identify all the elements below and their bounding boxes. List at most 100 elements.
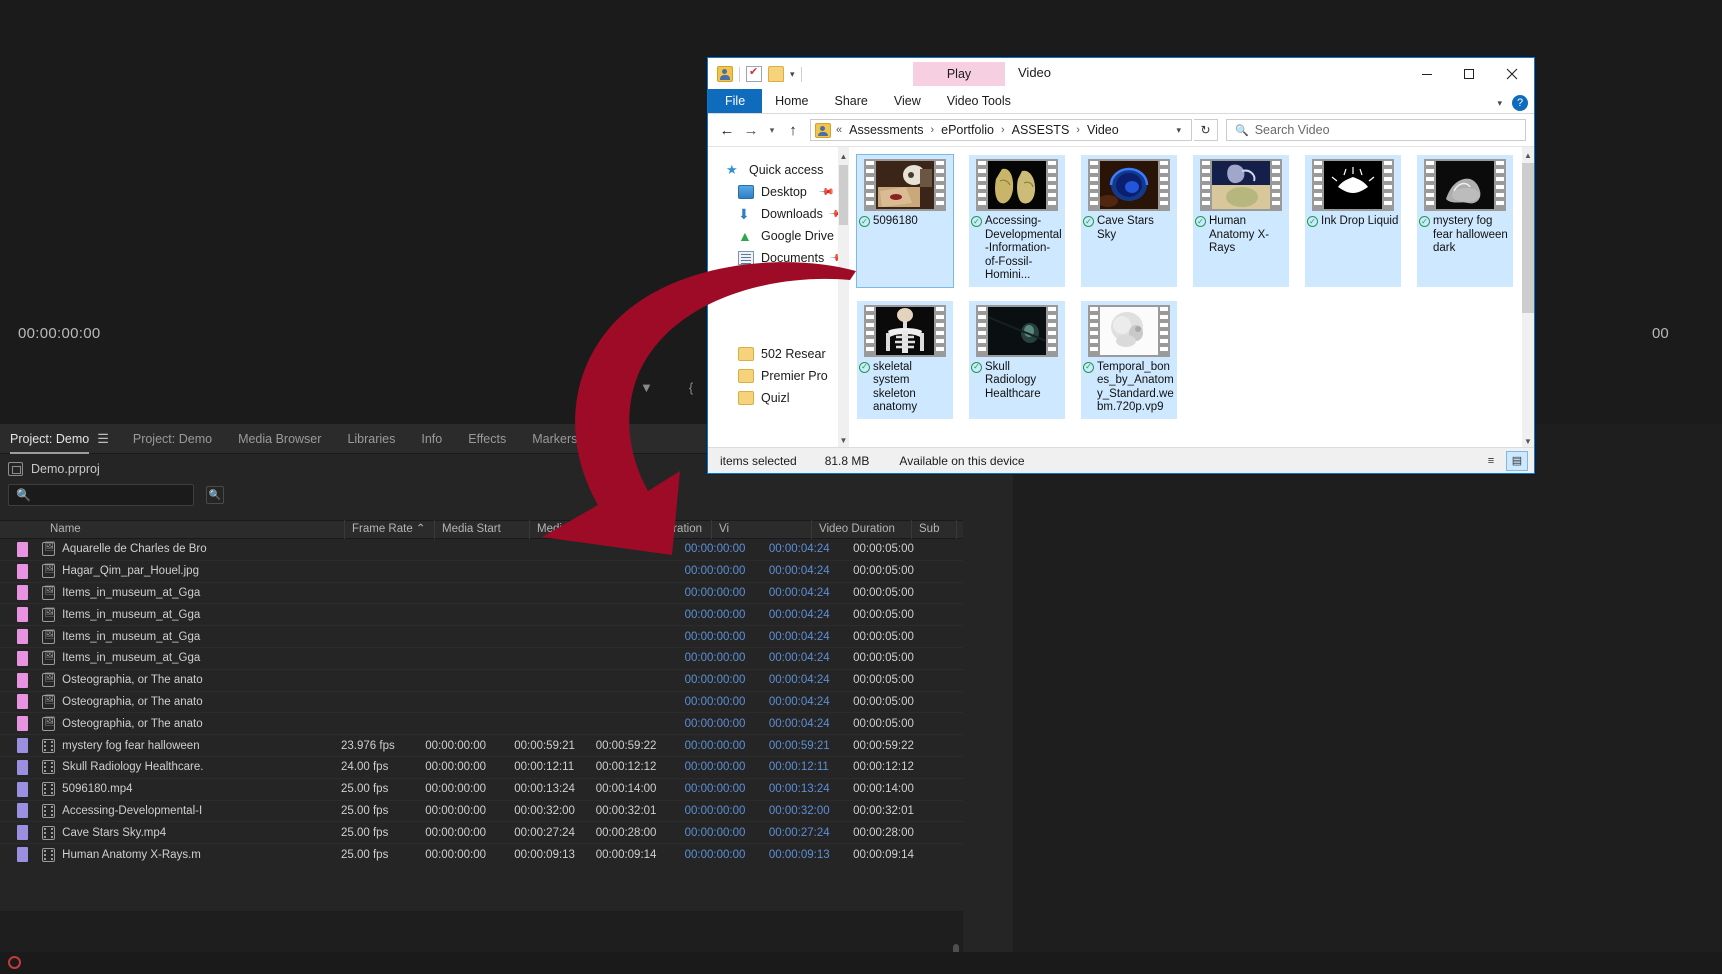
tab-info[interactable]: Info [421, 432, 442, 446]
table-header-row[interactable]: Name Frame Rate ⌃ Media Start Media End Medi… [0, 520, 963, 539]
table-row[interactable]: Aquarelle de Charles de Bro 00:00:00:00 00… [0, 539, 963, 561]
arrow-left-icon[interactable]: ← [716, 119, 738, 141]
table-row[interactable]: Human Anatomy X-Rays.m 25.00 fps 00:00:00:… [0, 844, 963, 865]
marker-icon[interactable]: ▼ [640, 380, 653, 395]
ribbon-tab-video-tools[interactable]: Video Tools [934, 89, 1024, 113]
tab-markers[interactable]: Markers [532, 432, 577, 446]
table-row[interactable]: mystery fog fear halloween 23.976 fps 00:0… [0, 735, 963, 757]
breadcrumb-video[interactable]: Video [1085, 123, 1121, 137]
project-search-field[interactable]: 🔍 [8, 484, 194, 506]
sidebar-item-premier-pro[interactable]: Premier Pro [708, 365, 838, 387]
monitor-transport-icons[interactable]: ▼ { [640, 380, 693, 395]
column-header-video-duration[interactable]: Video Duration [812, 520, 912, 539]
table-row[interactable]: Items_in_museum_at_Gga 00:00:00:00 00:00:0… [0, 626, 963, 648]
file-item[interactable]: ✓ Cave Stars Sky [1081, 155, 1177, 287]
details-view-icon[interactable]: ≡ [1480, 451, 1502, 471]
bracket-icon[interactable]: { [689, 380, 693, 395]
sidebar-item-downloads[interactable]: ⬇ Downloads 📌 [708, 203, 844, 225]
monitor-timecode-left[interactable]: 00:00:00:00 [18, 325, 101, 342]
view-mode-buttons[interactable]: ≡ ▤ [1480, 450, 1528, 471]
hamburger-icon[interactable]: ☰ [97, 431, 109, 447]
tab-media-browser[interactable]: Media Browser [238, 432, 321, 446]
file-item[interactable]: ✓ mystery fog fear halloween dark [1417, 155, 1513, 287]
chevron-right-icon[interactable]: › [1074, 124, 1082, 136]
properties-icon[interactable] [746, 65, 762, 82]
ribbon-tab-view[interactable]: View [881, 89, 934, 113]
new-folder-icon[interactable] [768, 66, 784, 82]
column-header-media-end[interactable]: Media End [530, 520, 617, 539]
maximize-icon[interactable] [1448, 58, 1490, 90]
chevron-up-icon[interactable]: ▾ [1497, 98, 1502, 109]
table-row[interactable]: Items_in_museum_at_Gga 00:00:00:00 00:00:0… [0, 648, 963, 670]
table-row[interactable]: 5096180.mp4 25.00 fps 00:00:00:00 00:00:13:… [0, 779, 963, 801]
breadcrumb-assests[interactable]: ASSESTS [1010, 123, 1072, 137]
close-icon[interactable] [1490, 58, 1534, 90]
ribbon-tab-share[interactable]: Share [822, 89, 881, 113]
breadcrumb-overflow[interactable]: « [834, 124, 844, 136]
tools-panel[interactable] [963, 424, 1013, 952]
table-row[interactable]: Items_in_museum_at_Gga 00:00:00:00 00:00:0… [0, 604, 963, 627]
help-icon[interactable]: ? [1512, 95, 1528, 111]
project-search-input[interactable] [30, 488, 181, 502]
breadcrumb-eportfolio[interactable]: ePortfolio [939, 123, 996, 137]
table-row[interactable]: Osteographia, or The anato 00:00:00:00 00:… [0, 713, 963, 736]
sidebar-item-quick-access[interactable]: ★ Quick access [708, 159, 838, 181]
column-header-sub[interactable]: Sub [912, 520, 957, 539]
timeline-panel[interactable] [1013, 424, 1722, 952]
window-controls[interactable] [1406, 58, 1534, 90]
navigation-pane[interactable]: ★ Quick access Desktop 📌 ⬇ Downloads 📌 ▲ Google … [708, 147, 855, 449]
sidebar-item-google-drive[interactable]: ▲Google Drive📌 [708, 225, 855, 247]
arrow-up-icon[interactable]: ↑ [782, 119, 804, 141]
ribbon-tab-bar[interactable]: File Home Share View Video Tools ▾ ? [708, 89, 1534, 114]
tab-project-demo[interactable]: Project: Demo [10, 432, 90, 454]
sidebar-item-desktop[interactable]: Desktop 📌 [708, 181, 838, 203]
pin-icon[interactable]: 📌 [817, 184, 834, 201]
column-header-vi[interactable]: Vi [712, 520, 812, 539]
chevron-down-icon[interactable]: ▾ [764, 119, 780, 141]
sidebar-item-quizl[interactable]: Quizl [708, 387, 838, 409]
tab-libraries[interactable]: Libraries [347, 432, 395, 446]
scroll-up-icon[interactable]: ▲ [1522, 147, 1534, 163]
file-item[interactable]: ✓ 5096180 [856, 154, 954, 288]
navigation-pane-lower[interactable]: 502 Resear Premier Pro Quizl [708, 343, 838, 409]
column-header-media-start[interactable]: Media Start [435, 520, 530, 539]
quick-access-toolbar[interactable]: ▾ [708, 65, 802, 82]
table-body[interactable]: Aquarelle de Charles de Bro 00:00:00:00 00… [0, 539, 963, 865]
arrow-right-icon[interactable]: → [740, 119, 762, 141]
large-icons-view-icon[interactable]: ▤ [1506, 450, 1528, 471]
table-row[interactable]: Accessing-Developmental-I 25.00 fps 00:00:… [0, 801, 963, 823]
minimize-icon[interactable] [1406, 58, 1448, 90]
tab-project-demo-2[interactable]: Project: Demo [133, 432, 212, 446]
column-header-name[interactable]: Name [0, 520, 345, 539]
explorer-navigation-bar[interactable]: ← → ▾ ↑ « Assessments › ePortfolio › ASS… [708, 114, 1534, 146]
folder-person-icon[interactable] [717, 66, 733, 82]
filter-bin-content-icon[interactable]: 🔍 [206, 486, 224, 504]
file-item[interactable]: ✓ Temporal_bones_by_Anatomy_Standard.webm… [1081, 300, 1177, 419]
column-header-media-duration[interactable]: Media Duration [617, 520, 712, 539]
tab-history[interactable]: His [603, 432, 621, 446]
table-row[interactable]: Osteographia, or The anato 00:00:00:00 00:… [0, 692, 963, 714]
monitor-timecode-right[interactable]: 00 [1652, 325, 1669, 342]
file-explorer-window[interactable]: ▾ Play Video File Home Share View [707, 57, 1535, 474]
tab-effects[interactable]: Effects [468, 432, 506, 446]
sidebar-item-documents[interactable]: Documents📌 [708, 247, 846, 269]
navigation-pane-scrollbar[interactable]: ▲ ▼ [838, 147, 849, 449]
file-item[interactable]: ✓ skeletal system skeleton anatomy [857, 300, 953, 419]
file-item[interactable]: ✓ Human Anatomy X-Rays [1193, 155, 1289, 287]
address-dropdown-icon[interactable]: ▾ [1170, 125, 1187, 136]
table-row[interactable]: Osteographia, or The anato 00:00:00:00 00:… [0, 670, 963, 692]
refresh-icon[interactable]: ↻ [1194, 119, 1218, 141]
table-row[interactable]: Items_in_museum_at_Gga 00:00:00:00 00:00:0… [0, 583, 963, 605]
contextual-tab-group-play[interactable]: Play [913, 62, 1005, 86]
ribbon-tab-home[interactable]: Home [762, 89, 821, 113]
search-box[interactable]: 🔍 Search Video [1226, 119, 1526, 141]
file-list-view[interactable]: ✓ 5096180 ✓ Accessing-Developmental-Informa… [849, 147, 1534, 449]
table-row[interactable]: Skull Radiology Healthcare. 24.00 fps 00:0… [0, 757, 963, 779]
sidebar-item-502-resear[interactable]: 502 Resear [708, 343, 838, 365]
file-item[interactable]: ✓ Skull Radiology Healthcare [969, 300, 1065, 419]
file-item[interactable]: ✓ Accessing-Developmental-Information-of-… [969, 155, 1065, 287]
ribbon-tab-file[interactable]: File [708, 89, 763, 113]
content-scrollbar[interactable]: ▲ ▼ [1522, 147, 1534, 449]
chevron-right-icon[interactable]: › [928, 124, 936, 136]
scroll-up-icon[interactable]: ▲ [838, 147, 849, 165]
